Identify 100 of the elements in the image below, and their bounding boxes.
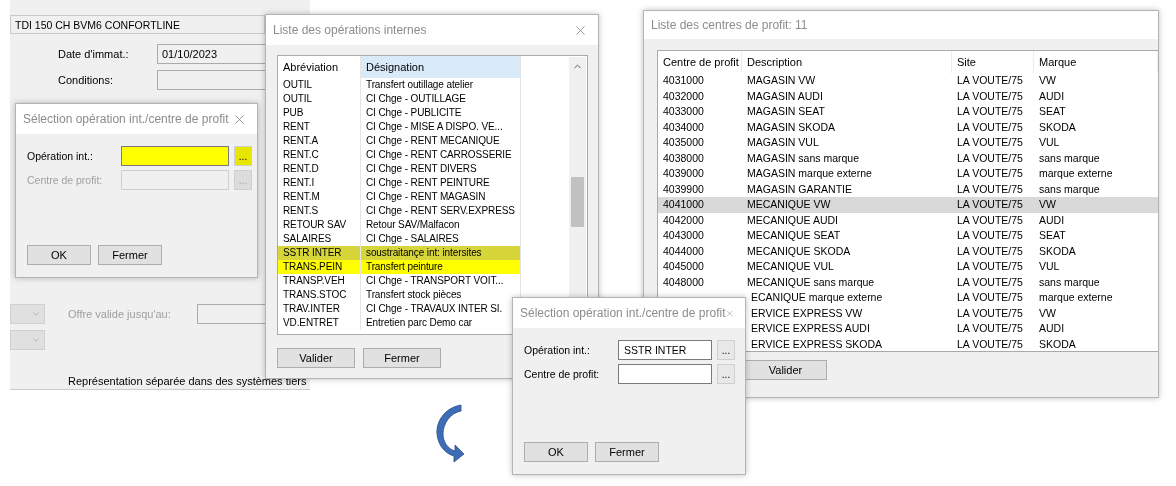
- table-cell[interactable]: 4042000: [658, 212, 742, 228]
- table-cell[interactable]: MAGASIN AUDI: [742, 88, 952, 104]
- table-cell[interactable]: MECANIQUE SEAT: [742, 228, 952, 244]
- table-cell[interactable]: TRANSP.VEH: [278, 274, 361, 288]
- table-cell[interactable]: AUDI: [1034, 321, 1158, 337]
- table-cell[interactable]: PUB: [278, 106, 361, 120]
- table-cell[interactable]: CI Chge - MISE A DISPO. VE...: [361, 120, 521, 134]
- table-cell[interactable]: MECANIQUE VUL: [742, 259, 952, 275]
- column-header[interactable]: Centre de profit: [658, 51, 742, 73]
- table-cell[interactable]: LA VOUTE/75: [952, 119, 1034, 135]
- table-cell[interactable]: CI Chge - RENT CARROSSERIE: [361, 148, 521, 162]
- input-field[interactable]: [121, 146, 229, 166]
- dialog-button[interactable]: Fermer: [98, 245, 162, 265]
- table-cell[interactable]: LA VOUTE/75: [952, 212, 1034, 228]
- table-cell[interactable]: VW: [1034, 305, 1158, 321]
- table-cell[interactable]: LA VOUTE/75: [952, 336, 1034, 351]
- dialog-button[interactable]: Fermer: [595, 442, 659, 462]
- dialog-button[interactable]: OK: [524, 442, 588, 462]
- table-cell[interactable]: SKODA: [1034, 243, 1158, 259]
- dialog-button[interactable]: OK: [27, 245, 91, 265]
- table-cell[interactable]: VW: [1034, 73, 1158, 89]
- table-cell[interactable]: RENT.S: [278, 204, 361, 218]
- browse-button[interactable]: ...: [234, 146, 252, 166]
- table-cell[interactable]: RENT.C: [278, 148, 361, 162]
- browse-button[interactable]: ...: [717, 340, 735, 360]
- table-cell[interactable]: marque externe: [1034, 166, 1158, 182]
- table-cell[interactable]: CI Chge - TRANSPORT VOIT...: [361, 274, 521, 288]
- table-cell[interactable]: 4045000: [658, 259, 742, 275]
- dialog-button[interactable]: Fermer: [363, 348, 441, 368]
- table-cell[interactable]: LA VOUTE/75: [952, 150, 1034, 166]
- table-cell[interactable]: RENT.I: [278, 176, 361, 190]
- table-cell[interactable]: 4032000: [658, 88, 742, 104]
- dropdown[interactable]: [10, 330, 45, 350]
- table-cell[interactable]: OUTIL: [278, 92, 361, 106]
- table-cell[interactable]: SKODA: [1034, 336, 1158, 351]
- table-cell[interactable]: MECANIQUE sans marque: [742, 274, 952, 290]
- input-field[interactable]: [157, 69, 267, 90]
- table-cell[interactable]: SSTR INTER: [278, 246, 361, 260]
- table-cell[interactable]: TRAV.INTER: [278, 302, 361, 316]
- table-cell[interactable]: RENT.M: [278, 190, 361, 204]
- table-cell[interactable]: AUDI: [1034, 88, 1158, 104]
- table-cell[interactable]: RETOUR SAV: [278, 218, 361, 232]
- table-cell[interactable]: LA VOUTE/75: [952, 197, 1034, 213]
- table-cell[interactable]: MECANIQUE SKODA: [742, 243, 952, 259]
- table-cell[interactable]: MECANIQUE VW: [742, 197, 952, 213]
- table-cell[interactable]: 4048000: [658, 274, 742, 290]
- table-cell[interactable]: MECANIQUE AUDI: [742, 212, 952, 228]
- column-header[interactable]: Marque: [1034, 51, 1158, 73]
- input-field[interactable]: [618, 364, 712, 384]
- table-cell[interactable]: LA VOUTE/75: [952, 166, 1034, 182]
- table-cell[interactable]: VW: [1034, 197, 1158, 213]
- scrollbar-thumb[interactable]: [571, 177, 584, 227]
- table-cell[interactable]: ERVICE EXPRESS VW: [742, 305, 952, 321]
- table-cell[interactable]: CI Chge - RENT DIVERS: [361, 162, 521, 176]
- table-cell[interactable]: 4041000: [658, 197, 742, 213]
- table-cell[interactable]: TRANS.STOC: [278, 288, 361, 302]
- table-cell[interactable]: SKODA: [1034, 119, 1158, 135]
- table-cell[interactable]: ERVICE EXPRESS SKODA: [742, 336, 952, 351]
- dialog-button[interactable]: Valider: [744, 360, 827, 380]
- table-cell[interactable]: VUL: [1034, 259, 1158, 275]
- dropdown[interactable]: [10, 304, 45, 324]
- column-header[interactable]: Description: [742, 51, 952, 73]
- table-cell[interactable]: RENT.A: [278, 134, 361, 148]
- table-cell[interactable]: sans marque: [1034, 274, 1158, 290]
- table-cell[interactable]: 4031000: [658, 73, 742, 89]
- table-cell[interactable]: 4044000: [658, 243, 742, 259]
- table-cell[interactable]: MAGASIN SKODA: [742, 119, 952, 135]
- table-cell[interactable]: sans marque: [1034, 150, 1158, 166]
- table-cell[interactable]: MAGASIN VUL: [742, 135, 952, 151]
- table-cell[interactable]: 4034000: [658, 119, 742, 135]
- table-cell[interactable]: 4039900: [658, 181, 742, 197]
- table-cell[interactable]: LA VOUTE/75: [952, 305, 1034, 321]
- table-cell[interactable]: LA VOUTE/75: [952, 228, 1034, 244]
- dialog-button[interactable]: Valider: [277, 348, 355, 368]
- table-cell[interactable]: marque externe: [1034, 290, 1158, 306]
- table-cell[interactable]: TRANS.PEIN: [278, 260, 361, 274]
- table-cell[interactable]: MAGASIN GARANTIE: [742, 181, 952, 197]
- browse-button[interactable]: ...: [717, 364, 735, 384]
- table-cell[interactable]: CI Chge - PUBLICITE: [361, 106, 521, 120]
- table-cell[interactable]: MAGASIN sans marque: [742, 150, 952, 166]
- table-cell[interactable]: LA VOUTE/75: [952, 88, 1034, 104]
- table-cell[interactable]: OUTIL: [278, 78, 361, 92]
- table-cell[interactable]: LA VOUTE/75: [952, 259, 1034, 275]
- table-cell[interactable]: LA VOUTE/75: [952, 321, 1034, 337]
- table-cell[interactable]: sans marque: [1034, 181, 1158, 197]
- table-cell[interactable]: LA VOUTE/75: [952, 274, 1034, 290]
- table-cell[interactable]: CI Chge - RENT SERV.EXPRESS: [361, 204, 521, 218]
- table-cell[interactable]: VUL: [1034, 135, 1158, 151]
- table-cell[interactable]: 4035000: [658, 135, 742, 151]
- input-field[interactable]: 01/10/2023: [157, 43, 267, 64]
- table-cell[interactable]: AUDI: [1034, 212, 1158, 228]
- table-cell[interactable]: MAGASIN marque externe: [742, 166, 952, 182]
- column-header[interactable]: Désignation: [361, 56, 521, 78]
- table-cell[interactable]: CI Chge - RENT MAGASIN: [361, 190, 521, 204]
- table-cell[interactable]: LA VOUTE/75: [952, 104, 1034, 120]
- table-cell[interactable]: MAGASIN VW: [742, 73, 952, 89]
- table-cell[interactable]: LA VOUTE/75: [952, 243, 1034, 259]
- table-cell[interactable]: soustraitançe int: intersites: [361, 246, 521, 260]
- table-cell[interactable]: MAGASIN SEAT: [742, 104, 952, 120]
- table-cell[interactable]: 4039000: [658, 166, 742, 182]
